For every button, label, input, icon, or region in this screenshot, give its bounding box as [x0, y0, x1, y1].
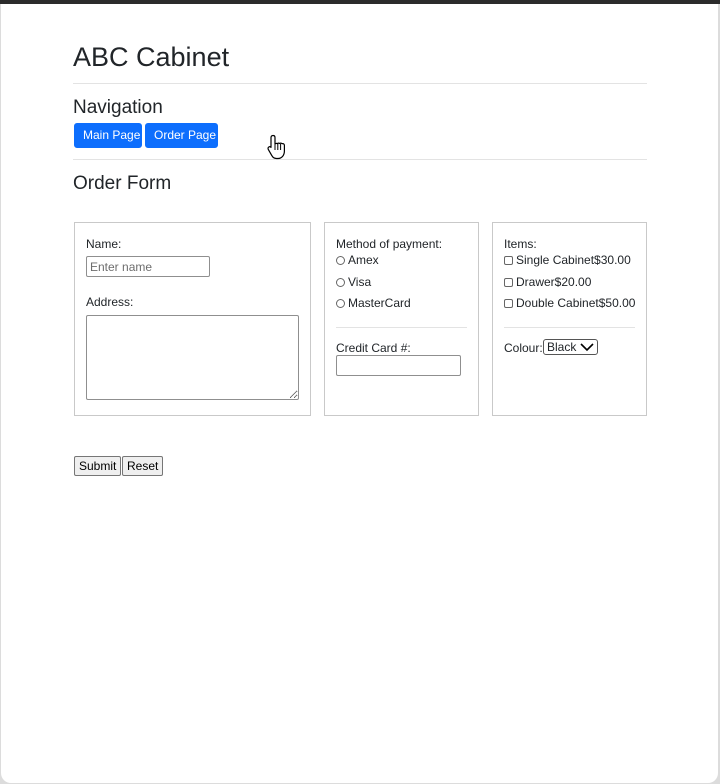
payment-option-label: MasterCard — [348, 296, 411, 310]
colour-select-value: Black — [547, 340, 577, 354]
divider — [504, 327, 635, 328]
divider — [73, 159, 647, 160]
name-input[interactable] — [86, 256, 210, 277]
reset-button[interactable]: Reset — [122, 456, 164, 476]
item-single-cabinet[interactable]: Single Cabinet$30.00 — [504, 253, 631, 267]
payment-option-label: Visa — [348, 275, 372, 289]
radio-button[interactable] — [336, 277, 345, 287]
items-panel: Items: Single Cabinet$30.00 Drawer$20.00… — [492, 222, 647, 416]
credit-card-input[interactable] — [336, 355, 461, 376]
item-label: Single Cabinet$30.00 — [516, 253, 631, 267]
checkbox[interactable] — [504, 298, 513, 308]
divider — [336, 327, 467, 328]
payment-method-label: Method of payment: — [336, 237, 443, 251]
main-page-button[interactable]: Main Page — [74, 123, 142, 148]
customer-info-panel: Name: Address: — [74, 222, 311, 416]
credit-card-label: Credit Card #: — [336, 341, 411, 355]
page-title: ABC Cabinet — [73, 42, 230, 72]
item-label: Drawer$20.00 — [516, 275, 592, 289]
checkbox[interactable] — [504, 255, 513, 265]
item-double-cabinet[interactable]: Double Cabinet$50.00 — [504, 296, 635, 310]
divider — [73, 83, 647, 84]
colour-select[interactable]: Black — [543, 339, 598, 355]
submit-button[interactable]: Submit — [74, 456, 122, 476]
colour-label: Colour: — [504, 341, 543, 355]
hand-pointer-cursor-icon — [267, 134, 285, 160]
radio-button[interactable] — [336, 298, 345, 308]
chevron-down-icon — [580, 343, 594, 352]
address-label: Address: — [86, 295, 134, 309]
items-label: Items: — [504, 237, 537, 251]
order-page-button[interactable]: Order Page — [145, 123, 218, 148]
navigation-heading: Navigation — [73, 97, 163, 118]
payment-option-mastercard[interactable]: MasterCard — [336, 296, 411, 310]
checkbox[interactable] — [504, 277, 513, 287]
browser-page: ABC Cabinet Navigation Main Page Order P… — [1, 4, 718, 783]
payment-option-label: Amex — [348, 253, 379, 267]
payment-panel: Method of payment: Amex Visa MasterCard … — [324, 222, 479, 416]
payment-option-visa[interactable]: Visa — [336, 275, 371, 289]
radio-button[interactable] — [336, 255, 345, 265]
item-label: Double Cabinet$50.00 — [516, 296, 636, 310]
order-form-heading: Order Form — [73, 173, 172, 194]
payment-option-amex[interactable]: Amex — [336, 253, 379, 267]
address-textarea[interactable] — [86, 315, 299, 400]
item-drawer[interactable]: Drawer$20.00 — [504, 275, 591, 289]
name-label: Name: — [86, 237, 122, 251]
